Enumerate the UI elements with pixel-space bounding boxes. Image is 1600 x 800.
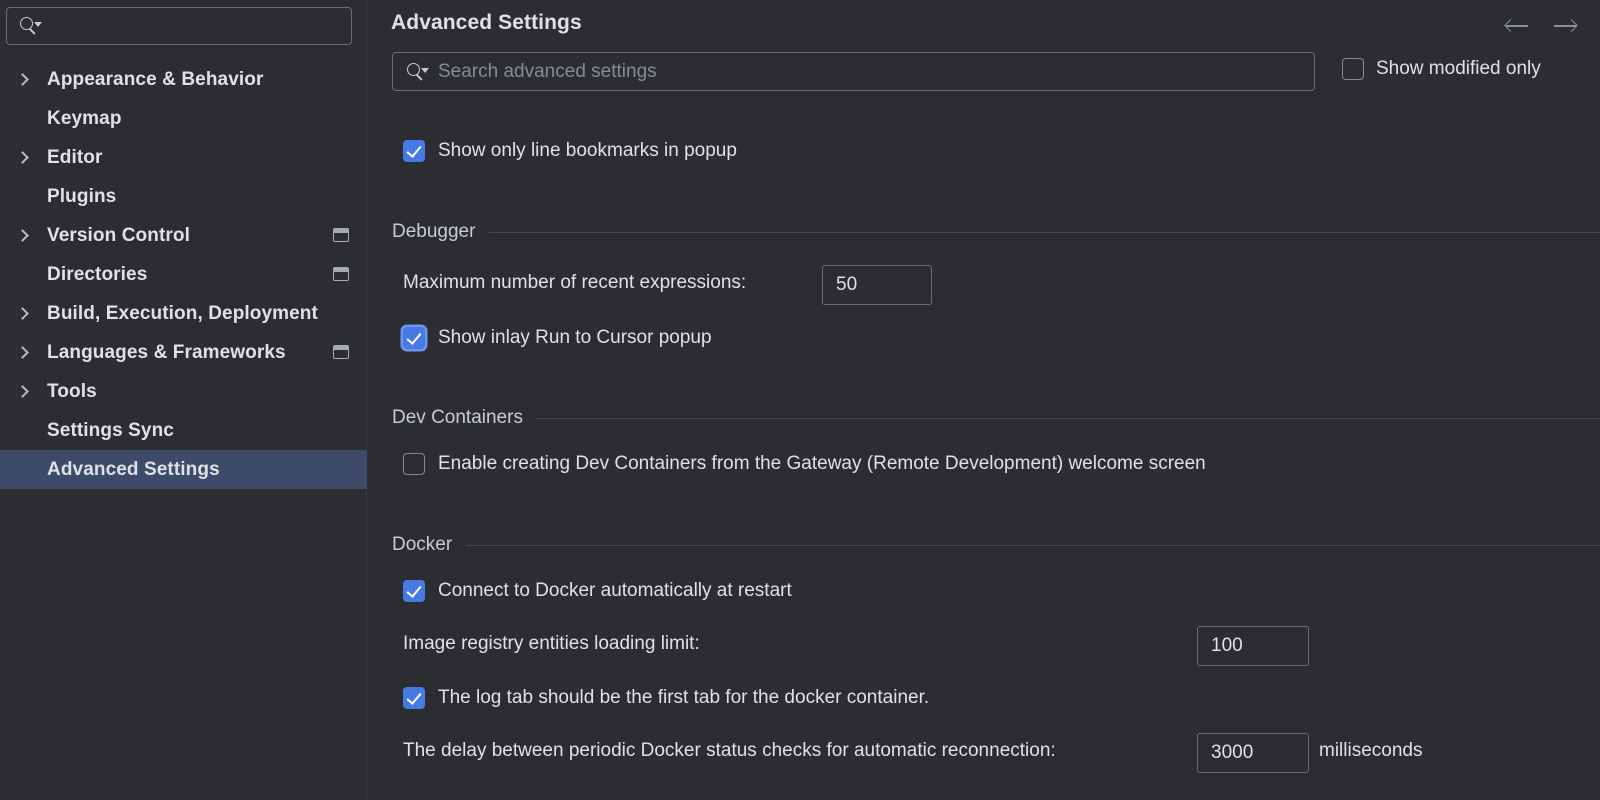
setting-row-connect-docker[interactable]: Connect to Docker automatically at resta… [403,580,792,602]
section-divider [536,417,1600,419]
docker-reconnect-delay-label: The delay between periodic Docker status… [403,740,1056,761]
history-navigation [1504,14,1578,38]
setting-row-line-bookmarks[interactable]: Show only line bookmarks in popup [403,140,737,162]
show-modified-only-toggle[interactable]: Show modified only [1342,58,1541,80]
sidebar-item-label: Advanced Settings [47,458,220,480]
settings-window: Appearance & Behavior Keymap Editor Plug… [0,0,1600,800]
sidebar-item-build-execution-deployment[interactable]: Build, Execution, Deployment [0,294,367,333]
section-title: Dev Containers [392,407,523,428]
sidebar-item-appearance-behavior[interactable]: Appearance & Behavior [0,60,367,99]
registry-limit-input[interactable]: 100 [1197,626,1309,666]
sidebar-item-label: Editor [47,146,103,168]
enable-dev-containers-checkbox[interactable] [403,453,425,475]
search-icon [20,17,42,35]
sidebar-item-label: Directories [47,263,148,285]
section-title: Docker [392,534,453,555]
search-icon [407,62,429,81]
sidebar-item-label: Tools [47,380,97,402]
sidebar-item-label: Version Control [47,224,190,246]
docker-reconnect-delay-value: 3000 [1211,742,1254,763]
log-tab-first-checkbox[interactable] [403,687,425,709]
section-divider [489,231,1600,233]
setting-row-docker-reconnect-delay: The delay between periodic Docker status… [403,740,1056,762]
settings-main-panel: Advanced Settings Search advanced settin… [367,0,1600,800]
project-settings-icon [333,344,349,359]
sidebar-item-advanced-settings[interactable]: Advanced Settings [0,450,367,489]
chevron-right-icon[interactable] [16,150,29,164]
registry-limit-value: 100 [1211,635,1243,656]
sidebar-search-input[interactable] [6,7,352,45]
chevron-right-icon[interactable] [16,306,29,320]
line-bookmarks-label: Show only line bookmarks in popup [438,140,737,161]
max-recent-expressions-value: 50 [836,274,858,295]
setting-row-enable-dev-containers[interactable]: Enable creating Dev Containers from the … [403,453,1206,475]
chevron-right-icon[interactable] [16,384,29,398]
chevron-right-icon[interactable] [16,345,29,359]
section-title: Debugger [392,221,476,242]
connect-docker-checkbox[interactable] [403,580,425,602]
sidebar-item-keymap[interactable]: Keymap [0,99,367,138]
setting-row-max-recent-expressions: Maximum number of recent expressions: [403,272,746,294]
chevron-right-icon[interactable] [16,228,29,242]
section-header-docker: Docker [392,534,1600,556]
line-bookmarks-checkbox[interactable] [403,140,425,162]
enable-dev-containers-label: Enable creating Dev Containers from the … [438,453,1206,474]
search-placeholder: Search advanced settings [438,60,657,82]
sidebar-item-tools[interactable]: Tools [0,372,367,411]
sidebar-item-label: Keymap [47,107,122,129]
connect-docker-label: Connect to Docker automatically at resta… [438,580,792,601]
max-recent-expressions-label: Maximum number of recent expressions: [403,272,747,293]
search-input[interactable]: Search advanced settings [392,52,1315,91]
sidebar-item-label: Settings Sync [47,419,174,441]
sidebar-item-languages-frameworks[interactable]: Languages & Frameworks [0,333,367,372]
section-divider [466,544,1600,546]
setting-row-log-tab-first[interactable]: The log tab should be the first tab for … [403,687,929,709]
project-settings-icon [333,266,349,281]
registry-limit-label: Image registry entities loading limit: [403,633,700,654]
chevron-right-icon[interactable] [16,72,29,86]
sidebar-item-label: Build, Execution, Deployment [47,302,318,324]
sidebar-item-label: Appearance & Behavior [47,68,264,90]
setting-row-inlay-run-to-cursor[interactable]: Show inlay Run to Cursor popup [403,327,712,349]
section-header-dev-containers: Dev Containers [392,407,1600,429]
docker-reconnect-delay-input[interactable]: 3000 [1197,733,1309,773]
arrow-left-icon[interactable] [1504,14,1530,38]
sidebar-item-settings-sync[interactable]: Settings Sync [0,411,367,450]
sidebar-nav-list: Appearance & Behavior Keymap Editor Plug… [0,60,367,489]
project-settings-icon [333,227,349,242]
show-modified-only-checkbox[interactable] [1342,58,1364,80]
inlay-run-to-cursor-checkbox[interactable] [403,327,425,349]
settings-sidebar: Appearance & Behavior Keymap Editor Plug… [0,0,367,800]
max-recent-expressions-input[interactable]: 50 [822,265,932,305]
sidebar-item-version-control[interactable]: Version Control [0,216,367,255]
sidebar-item-label: Languages & Frameworks [47,341,286,363]
sidebar-item-plugins[interactable]: Plugins [0,177,367,216]
page-title: Advanced Settings [391,11,582,34]
setting-row-registry-limit: Image registry entities loading limit: [403,633,700,655]
show-modified-only-label: Show modified only [1376,58,1541,79]
log-tab-first-label: The log tab should be the first tab for … [438,687,930,708]
docker-reconnect-delay-unit-wrap: milliseconds [1319,740,1422,762]
sidebar-item-label: Plugins [47,185,117,207]
sidebar-item-directories[interactable]: Directories [0,255,367,294]
docker-reconnect-delay-unit: milliseconds [1319,740,1423,761]
inlay-run-to-cursor-label: Show inlay Run to Cursor popup [438,327,712,348]
sidebar-item-editor[interactable]: Editor [0,138,367,177]
section-header-debugger: Debugger [392,221,1600,243]
arrow-right-icon[interactable] [1552,14,1578,38]
